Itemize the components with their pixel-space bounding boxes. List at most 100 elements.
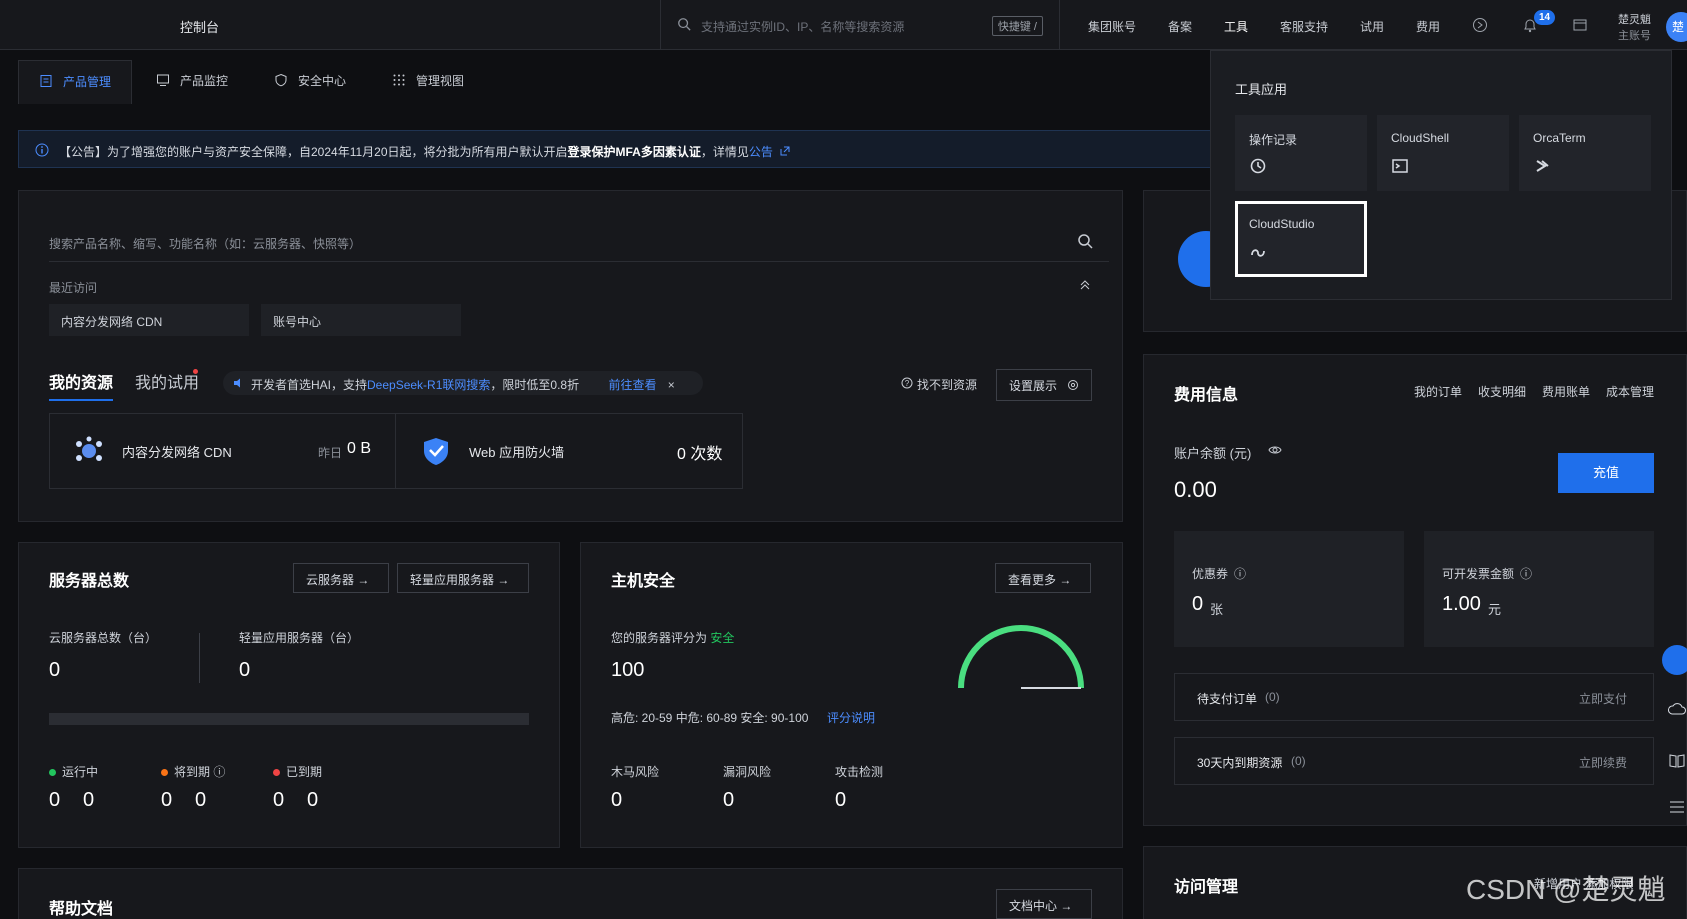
nav-trial[interactable]: 试用 [1360,18,1384,35]
tab-product-management[interactable]: 产品管理 [18,60,133,104]
close-icon[interactable]: × [668,378,675,392]
cost-management-link[interactable]: 成本管理 [1606,383,1654,400]
tab-my-trials[interactable]: 我的试用 [135,369,199,393]
invoice-card[interactable]: 可开发票金额 ⓘ 1.00 元 [1424,531,1654,647]
panel-title: 访问管理 [1174,879,1239,896]
cloud-icon[interactable] [1668,700,1686,718]
search-icon [678,18,691,31]
row-label: 待支付订单 [1197,692,1258,706]
announcement-link[interactable]: 公告 [749,145,773,159]
recent-item[interactable]: 内容分发网络 CDN [49,304,249,336]
announcement-bar: 【公告】为了增强您的账户与资产安全保障，自2024年11月20日起，将分批为所有… [18,130,1218,168]
resource-name: Web 应用防火墙 [469,445,565,460]
tab-label: 产品监控 [180,74,229,88]
invoice-label: 可开发票金额 [1442,567,1515,581]
resource-name: 内容分发网络 CDN [122,445,232,460]
tab-label: 管理视图 [416,74,465,88]
tools-dropdown: 工具应用 操作记录 CloudShell OrcaTerm CloudStudi… [1210,50,1672,300]
help-docs-panel: 帮助文档 文档中心 → [18,868,1123,919]
score-help-link[interactable]: 评分说明 [827,709,875,726]
score-label: 您的服务器评分为 安全 [611,631,735,645]
workorder-icon[interactable] [1572,17,1588,33]
risk-label: 攻击检测 [835,765,884,779]
eye-icon[interactable] [1268,443,1282,457]
recent-item[interactable]: 账号中心 [261,304,461,336]
book-icon[interactable] [1668,752,1686,770]
panel-title: 主机安全 [611,573,676,590]
resource-card-cdn[interactable]: 内容分发网络 CDN 昨日 0 B [50,414,396,488]
display-settings-button[interactable]: 设置展示 [996,369,1092,401]
shortcut-badge: 快捷键 / [991,16,1043,36]
avatar[interactable]: 楚 [1666,12,1687,42]
console-title[interactable]: 控制台 [180,17,219,36]
promo-link[interactable]: DeepSeek-R1联网搜索 [367,378,490,392]
chevron-up-icon[interactable] [1079,279,1091,291]
nav-tools[interactable]: 工具 [1224,18,1248,35]
tab-my-resources[interactable]: 我的资源 [49,369,113,393]
tool-cloudstudio[interactable]: CloudStudio [1235,201,1367,277]
gear-icon [1068,380,1078,390]
nav-support[interactable]: 客服支持 [1280,18,1328,35]
cloudstudio-icon [1251,249,1265,257]
support-chat-button[interactable] [1662,645,1687,675]
balance-label: 账户余额 (元) [1174,446,1252,461]
panel-title: 费用信息 [1174,387,1239,404]
tool-cloudshell[interactable]: CloudShell [1377,115,1509,191]
expiring-resources-row[interactable]: 30天内到期资源 (0) 立即续费 [1174,737,1654,785]
row-label: 30天内到期资源 [1197,756,1283,770]
cvm-button[interactable]: 云服务器 → [293,563,389,593]
nav-billing[interactable]: 费用 [1416,18,1440,35]
orders-link[interactable]: 我的订单 [1414,383,1462,400]
row-count: (0) [1291,754,1306,768]
view-more-button[interactable]: 查看更多 → [995,563,1091,593]
tab-product-monitor[interactable]: 产品监控 [136,60,248,104]
history-icon [1250,158,1266,174]
tab-security-center[interactable]: 安全中心 [254,60,366,104]
docs-center-button[interactable]: 文档中心 → [996,889,1092,919]
panel-title: 帮助文档 [49,901,114,918]
shield-icon [275,73,287,87]
server-status-bar [49,713,529,725]
lighthouse-count-label: 轻量应用服务器（台） [239,631,360,645]
user-name[interactable]: 楚灵魈 [1618,11,1651,27]
resource-card-waf[interactable]: Web 应用防火墙 0 次数 [397,414,743,488]
info-icon [35,143,49,157]
cant-find-resource-link[interactable]: 找不到资源 [917,376,977,393]
products-panel: 搜索产品名称、缩写、功能名称（如：云服务器、快照等） 最近访问 内容分发网络 C… [18,190,1123,522]
nav-group-account[interactable]: 集团账号 [1088,18,1136,35]
nav-icp[interactable]: 备案 [1168,18,1192,35]
pending-orders-row[interactable]: 待支付订单 (0) 立即支付 [1174,673,1654,721]
svg-text:?: ? [905,379,910,388]
lighthouse-button[interactable]: 轻量应用服务器 → [397,563,529,593]
status-value: 0 [273,789,285,811]
pay-now-link[interactable]: 立即支付 [1579,690,1627,707]
global-search[interactable]: 支持通过实例ID、IP、名称等搜索资源 快捷键 / [660,0,1060,50]
invoice-unit: 元 [1488,602,1502,617]
coupon-card[interactable]: 优惠券 ⓘ 0 张 [1174,531,1404,647]
tab-management-view[interactable]: 管理视图 [372,60,484,104]
shield-icon [424,438,448,465]
cdn-icon [76,436,102,461]
menu-icon[interactable] [1668,800,1686,814]
invoice-value: 1.00 [1442,593,1481,615]
external-link-icon[interactable] [780,146,790,156]
tab-label: 安全中心 [298,74,347,88]
coupon-value: 0 [1192,593,1204,615]
tool-orcaterm[interactable]: OrcaTerm [1519,115,1651,191]
search-icon[interactable] [1077,233,1093,249]
recharge-button[interactable]: 充值 [1558,453,1654,493]
tool-operation-log[interactable]: 操作记录 [1235,115,1367,191]
coupon-unit: 张 [1210,602,1224,617]
status-expired: 已到期 [273,763,322,780]
score-state: 安全 [710,631,735,645]
status-value: 0 [307,789,319,811]
product-search-input[interactable]: 搜索产品名称、缩写、功能名称（如：云服务器、快照等） [49,235,361,252]
promo-action[interactable]: 前往查看 [608,378,656,392]
bills-link[interactable]: 费用账单 [1542,383,1590,400]
tokens-icon[interactable] [1472,17,1488,33]
top-bar: 控制台 支持通过实例ID、IP、名称等搜索资源 快捷键 / 集团账号 备案 工具… [0,0,1687,50]
resource-value: 0 次数 [677,446,723,463]
renew-now-link[interactable]: 立即续费 [1579,754,1627,771]
grid-dots-icon [393,74,405,86]
transactions-link[interactable]: 收支明细 [1478,383,1526,400]
